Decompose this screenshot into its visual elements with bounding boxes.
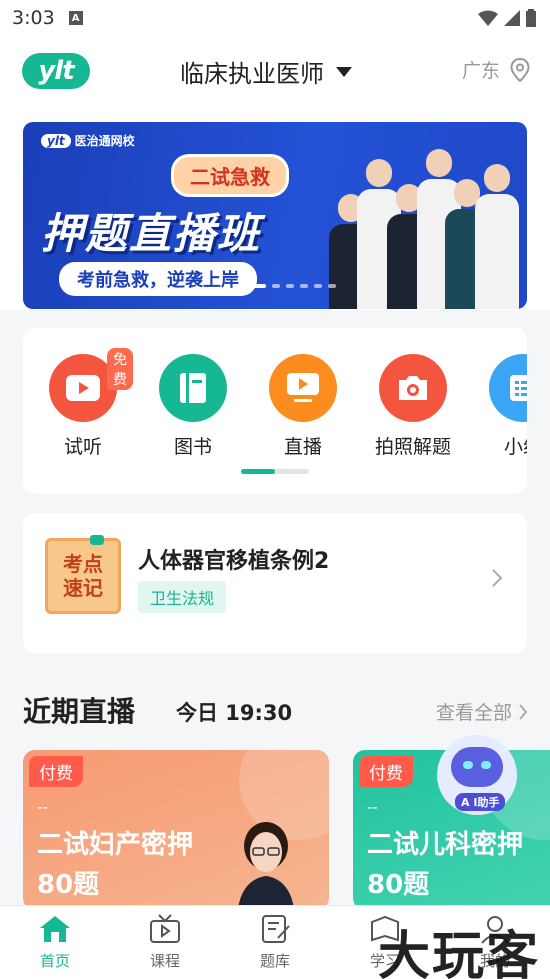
menu-item-photo-solve[interactable]: 拍照解题	[363, 354, 463, 459]
menu-label: 图书	[173, 436, 212, 458]
signal-icon	[504, 10, 520, 26]
banner-tag: 二试急救	[171, 154, 289, 197]
app-logo: ylt	[22, 53, 90, 89]
list-icon	[489, 354, 527, 422]
exam-type-selector[interactable]: 临床执业医师	[180, 54, 352, 89]
menu-scroll-indicator	[241, 469, 309, 474]
book-icon	[159, 354, 227, 422]
chevron-right-icon	[492, 569, 503, 587]
menu-label: 拍照解题	[374, 436, 451, 458]
live-card[interactable]: 付费 -- 二试妇产密押 80题	[23, 750, 329, 910]
tab-home[interactable]: 首页	[0, 906, 110, 979]
banner-teachers-image	[329, 149, 519, 309]
location-label: 广东	[461, 60, 500, 82]
clip-icon	[90, 535, 104, 545]
banner-brand: ylt 医治通网校	[41, 132, 135, 149]
menu-label: 直播	[283, 436, 322, 458]
badge-line2: 速记	[63, 576, 103, 600]
home-icon	[40, 916, 70, 942]
exam-type-label: 临床执业医师	[180, 60, 324, 88]
tab-label: 首页	[39, 952, 70, 970]
ai-assistant-button[interactable]: A I助手	[437, 735, 517, 815]
banner-title: 押题直播班	[41, 209, 262, 258]
banner-dot[interactable]	[272, 284, 280, 288]
live-section-heading: 近期直播	[23, 695, 136, 728]
live-card-count: 80题	[367, 870, 430, 900]
banner-subtitle: 考前急救，逆袭上岸	[59, 262, 257, 296]
banner-dot[interactable]	[248, 284, 266, 288]
location-pin-icon	[510, 57, 530, 82]
caret-down-icon	[336, 66, 352, 77]
menu-label: 小组	[503, 436, 527, 458]
tv-icon	[150, 914, 180, 943]
status-bar: 3:03 A	[0, 0, 550, 36]
live-card-dash: --	[367, 798, 378, 816]
banner-dot[interactable]	[300, 284, 308, 288]
location-selector[interactable]: 广东	[462, 56, 530, 83]
knowledge-title: 人体器官移植条例2	[138, 549, 330, 574]
promo-banner[interactable]: ylt 医治通网校 二试急救 押题直播班 考前急救，逆袭上岸	[23, 122, 527, 309]
status-indicators	[478, 9, 536, 27]
teacher-photo	[237, 822, 295, 910]
paid-badge: 付费	[29, 756, 83, 787]
banner-dot[interactable]	[286, 284, 294, 288]
live-section-time: 今日 19:30	[176, 701, 293, 725]
tab-label: 题库	[259, 952, 290, 970]
free-badge: 免费	[107, 348, 133, 390]
live-card-count: 80题	[37, 870, 100, 900]
banner-dot[interactable]	[328, 284, 336, 288]
knowledge-badge: 考点 速记	[45, 535, 121, 614]
tab-question-bank[interactable]: 题库	[220, 906, 330, 979]
quick-menu-row: 试听 免费 图书 直播 拍照解题 小组	[23, 348, 527, 464]
menu-label: 试听	[63, 436, 102, 458]
knowledge-tag: 卫生法规	[138, 581, 227, 613]
live-icon	[269, 354, 337, 422]
status-time: 3:03	[12, 7, 55, 29]
live-card-title: 二试儿科密押	[367, 830, 524, 860]
menu-item-group[interactable]: 小组	[473, 354, 527, 459]
view-all-label: 查看全部	[435, 702, 512, 724]
robot-icon	[451, 747, 503, 787]
notification-icon: A	[68, 11, 83, 25]
wifi-icon	[478, 10, 498, 26]
camera-icon	[379, 354, 447, 422]
chevron-right-icon	[519, 703, 528, 720]
banner-logo: ylt	[41, 134, 71, 148]
edit-icon	[262, 915, 290, 943]
banner-section: ylt 医治通网校 二试急救 押题直播班 考前急救，逆袭上岸	[0, 110, 550, 310]
live-card-title: 二试妇产密押	[37, 830, 194, 860]
menu-item-live[interactable]: 直播	[253, 354, 353, 459]
teacher-figure	[475, 164, 519, 309]
banner-dot[interactable]	[314, 284, 322, 288]
ai-assistant-label: A I助手	[455, 793, 506, 811]
view-all-link[interactable]: 查看全部	[436, 698, 528, 725]
watermark: 大玩客	[377, 927, 540, 979]
app-header: ylt 临床执业医师 广东	[0, 36, 550, 110]
quick-menu: 试听 免费 图书 直播 拍照解题 小组	[23, 328, 527, 494]
knowledge-point-card[interactable]: 考点 速记 人体器官移植条例2 卫生法规	[23, 513, 527, 653]
menu-item-books[interactable]: 图书	[143, 354, 243, 459]
tab-courses[interactable]: 课程	[110, 906, 220, 979]
tab-label: 课程	[149, 952, 180, 970]
banner-brand-name: 医治通网校	[74, 134, 135, 148]
paid-badge: 付费	[359, 756, 413, 787]
badge-line1: 考点	[63, 552, 103, 576]
live-card-dash: --	[37, 798, 48, 816]
battery-icon	[526, 9, 536, 27]
banner-pagination	[248, 284, 336, 288]
menu-item-trial[interactable]: 试听 免费	[33, 348, 133, 459]
